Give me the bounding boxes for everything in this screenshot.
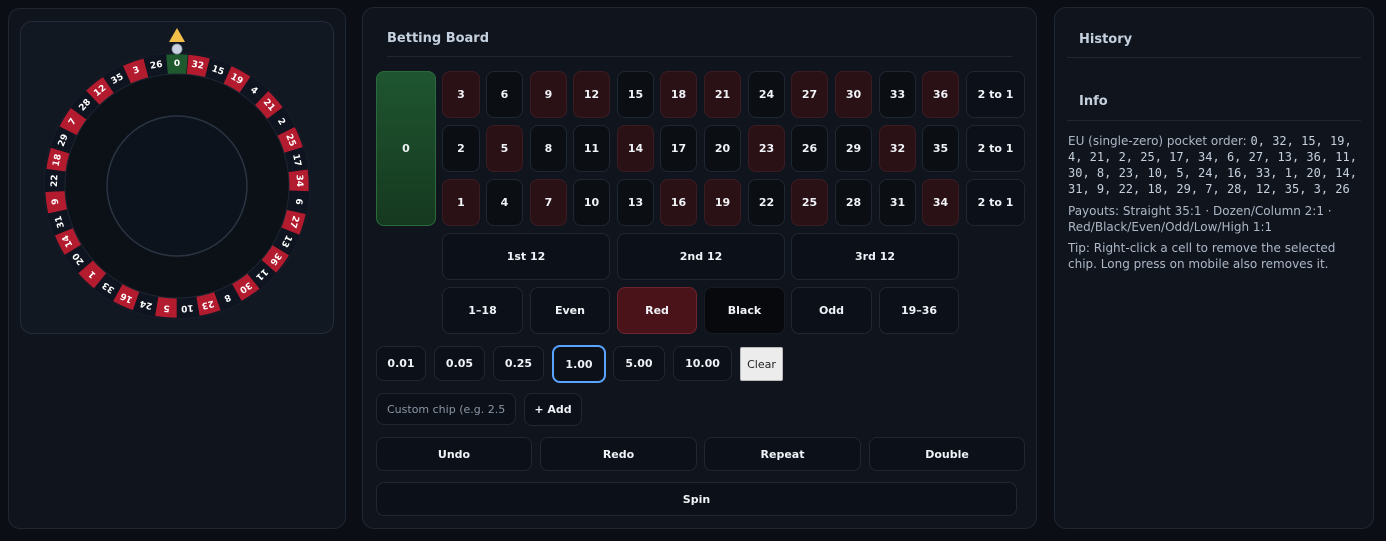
number-cell[interactable]: 19 xyxy=(704,179,741,226)
number-cell[interactable]: 32 xyxy=(879,125,916,172)
wheel-hub xyxy=(106,115,248,257)
wheel-pocket-number: 34 xyxy=(294,174,305,187)
wheel-pointer-icon xyxy=(169,28,185,42)
number-cell[interactable]: 28 xyxy=(835,179,872,226)
bet-high[interactable]: 19–36 xyxy=(879,287,959,334)
tip-text: Tip: Right-click a cell to remove the se… xyxy=(1068,241,1336,271)
bet-red[interactable]: Red xyxy=(617,287,697,334)
roulette-wheel: 0 32 15 19 4 21 2 25 17 34 6 27 13 36 11 30 8 23 10 5 24 16 33… xyxy=(20,21,334,334)
number-cell[interactable]: 14 xyxy=(617,125,654,172)
chip-0-25[interactable]: 0.25 xyxy=(493,346,544,381)
number-cell[interactable]: 5 xyxy=(486,125,523,172)
number-cell[interactable]: 8 xyxy=(530,125,567,172)
board-title: Betting Board xyxy=(387,31,490,46)
number-cell[interactable]: 22 xyxy=(748,179,785,226)
custom-chip-input[interactable] xyxy=(376,393,516,425)
number-cell[interactable]: 11 xyxy=(573,125,610,172)
number-cell[interactable]: 12 xyxy=(573,71,610,118)
add-chip-button[interactable]: + Add xyxy=(524,393,582,426)
wheel-pocket-number: 22 xyxy=(50,174,61,187)
sidebar-panel: History Info EU (single-zero) pocket ord… xyxy=(1054,7,1374,529)
redo-button[interactable]: Redo xyxy=(540,437,697,471)
spin-button[interactable]: Spin xyxy=(376,482,1017,516)
number-cell[interactable]: 21 xyxy=(704,71,741,118)
number-cell[interactable]: 30 xyxy=(835,71,872,118)
number-cell[interactable]: 27 xyxy=(791,71,828,118)
wheel-pocket-number: 5 xyxy=(163,302,170,312)
number-cell[interactable]: 10 xyxy=(573,179,610,226)
repeat-button[interactable]: Repeat xyxy=(704,437,861,471)
bet-low[interactable]: 1–18 xyxy=(442,287,523,334)
number-cell[interactable]: 29 xyxy=(835,125,872,172)
number-cell[interactable]: 20 xyxy=(704,125,741,172)
number-cell[interactable]: 17 xyxy=(660,125,697,172)
chip-10-00[interactable]: 10.00 xyxy=(673,346,732,381)
wheel-panel: 0 32 15 19 4 21 2 25 17 34 6 27 13 36 11 30 8 23 10 5 24 16 33… xyxy=(8,8,346,529)
wheel-graphic: 0 32 1519421225173462713361130823105241633… xyxy=(43,28,311,320)
divider xyxy=(387,56,1012,57)
column-bet-middle[interactable]: 2 to 1 xyxy=(966,125,1025,172)
chip-0-05[interactable]: 0.05 xyxy=(434,346,485,381)
number-cell[interactable]: 35 xyxy=(922,125,959,172)
number-cell[interactable]: 23 xyxy=(748,125,785,172)
wheel-pocket-number: 26 xyxy=(149,60,163,72)
number-cell[interactable]: 13 xyxy=(617,179,654,226)
number-cell[interactable]: 26 xyxy=(791,125,828,172)
number-cell[interactable]: 33 xyxy=(879,71,916,118)
ball-icon xyxy=(171,43,183,55)
pocket-order-label: EU (single-zero) pocket order: xyxy=(1068,134,1251,148)
dozen-1st[interactable]: 1st 12 xyxy=(442,233,610,280)
bet-even[interactable]: Even xyxy=(530,287,610,334)
number-cell[interactable]: 24 xyxy=(748,71,785,118)
betting-board-panel: Betting Board 0 3 6 9 12 15 18 21 24 27 30 33 36 2 5 8… xyxy=(362,7,1037,529)
number-cell[interactable]: 1 xyxy=(442,179,480,226)
number-cell[interactable]: 15 xyxy=(617,71,654,118)
double-button[interactable]: Double xyxy=(869,437,1025,471)
clear-button[interactable]: Clear xyxy=(740,347,783,381)
undo-button[interactable]: Undo xyxy=(376,437,532,471)
cell-zero[interactable]: 0 xyxy=(376,71,436,226)
number-cell[interactable]: 16 xyxy=(660,179,697,226)
number-cell[interactable]: 3 xyxy=(442,71,480,118)
chip-1-00[interactable]: 1.00 xyxy=(552,345,606,383)
number-cell[interactable]: 25 xyxy=(791,179,828,226)
wheel-pocket-number: 9 xyxy=(51,198,62,205)
number-cell[interactable]: 4 xyxy=(486,179,523,226)
column-bet-bottom[interactable]: 2 to 1 xyxy=(966,179,1025,226)
wheel-pocket-number: 10 xyxy=(181,302,194,313)
pocket-order-text: EU (single-zero) pocket order: 0, 32, 15… xyxy=(1068,133,1366,197)
divider xyxy=(1067,120,1361,121)
number-cell[interactable]: 2 xyxy=(442,125,480,172)
wheel-pocket-number: 32 xyxy=(191,60,205,72)
column-bet-top[interactable]: 2 to 1 xyxy=(966,71,1025,118)
wheel-pocket-number: 6 xyxy=(293,198,304,205)
bet-black[interactable]: Black xyxy=(704,287,785,334)
dozen-3rd[interactable]: 3rd 12 xyxy=(791,233,959,280)
number-cell[interactable]: 31 xyxy=(879,179,916,226)
history-title: History xyxy=(1079,32,1133,47)
number-cell[interactable]: 9 xyxy=(530,71,567,118)
number-cell[interactable]: 34 xyxy=(922,179,959,226)
divider xyxy=(1067,57,1361,58)
dozen-2nd[interactable]: 2nd 12 xyxy=(617,233,785,280)
number-cell[interactable]: 18 xyxy=(660,71,697,118)
chip-0-01[interactable]: 0.01 xyxy=(376,346,426,381)
payouts-text: Payouts: Straight 35:1 · Dozen/Column 2:… xyxy=(1068,204,1332,234)
chip-5-00[interactable]: 5.00 xyxy=(613,346,665,381)
number-cell[interactable]: 6 xyxy=(486,71,523,118)
wheel-pocket-number: 0 xyxy=(174,59,180,69)
number-cell[interactable]: 36 xyxy=(922,71,959,118)
info-title: Info xyxy=(1079,94,1108,109)
number-cell[interactable]: 7 xyxy=(530,179,567,226)
bet-odd[interactable]: Odd xyxy=(791,287,872,334)
